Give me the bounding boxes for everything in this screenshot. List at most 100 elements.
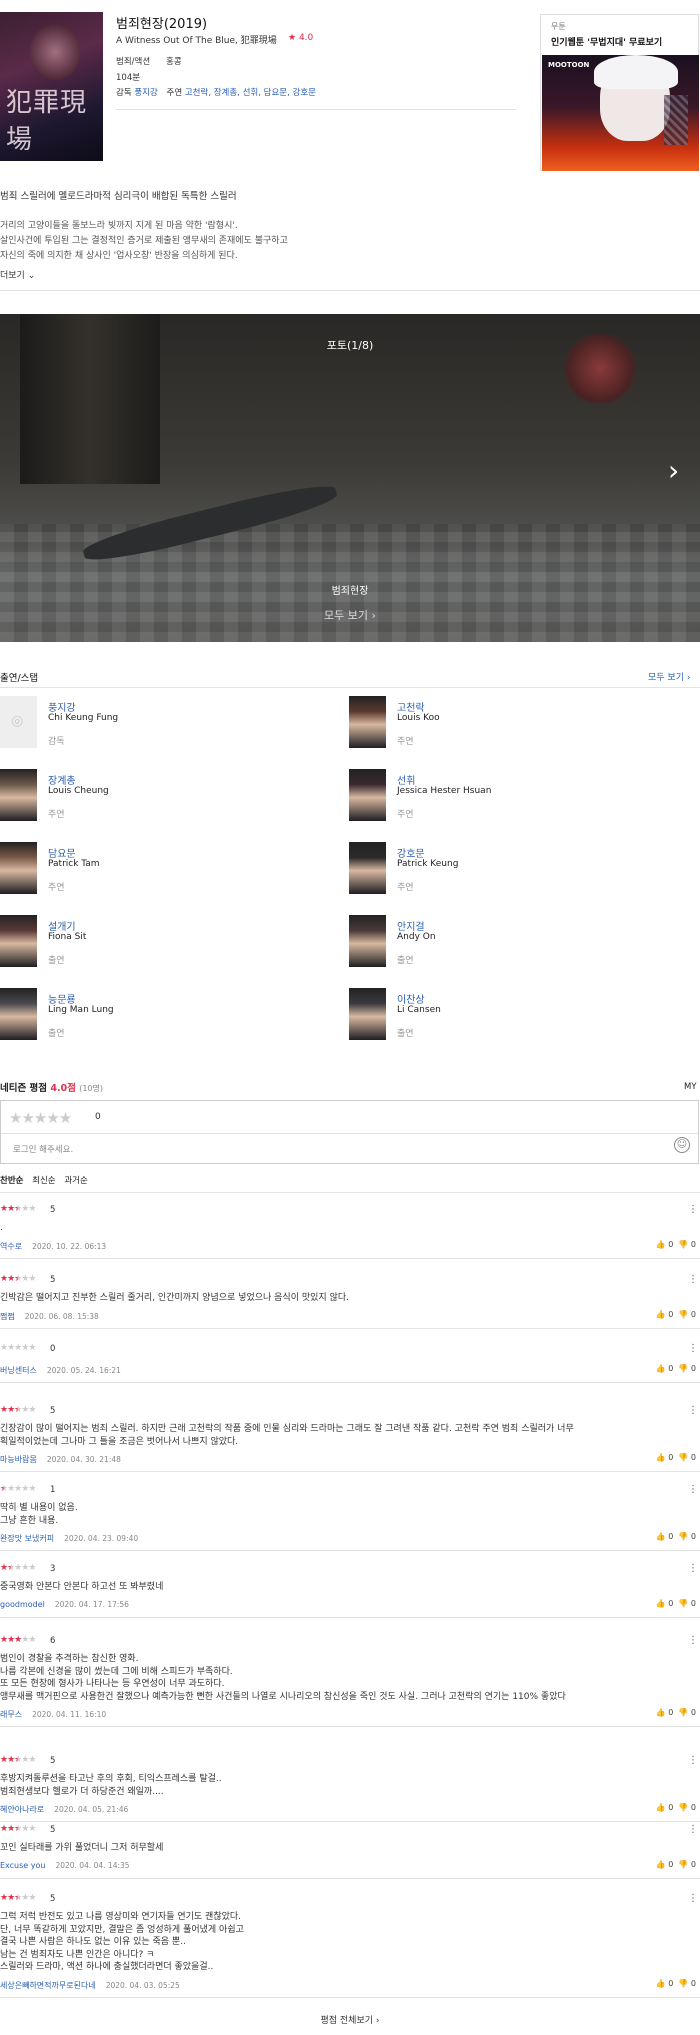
more-options-icon[interactable]: ⋮ bbox=[688, 1274, 698, 1285]
thumbs-up-icon[interactable]: 👍 bbox=[656, 1979, 666, 1988]
cast-name[interactable]: 안지걸 bbox=[397, 918, 425, 933]
sort-latest[interactable]: 최신순 bbox=[32, 1176, 55, 1186]
director-link[interactable]: 풍지강 bbox=[134, 88, 157, 98]
cast-photo[interactable] bbox=[349, 988, 386, 1040]
review-author[interactable]: 마능바람몸 bbox=[0, 1455, 37, 1464]
more-options-icon[interactable]: ⋮ bbox=[688, 1343, 698, 1354]
review-author[interactable]: 버닝센터스 bbox=[0, 1366, 37, 1375]
thumbs-down-icon[interactable]: 👎 bbox=[678, 1532, 688, 1541]
cast-name[interactable]: 능문룡 bbox=[48, 991, 76, 1006]
emoji-icon[interactable]: ☺ bbox=[674, 1137, 690, 1153]
thumbs-up-icon[interactable]: 👍 bbox=[656, 1453, 666, 1462]
thumbs-up-icon[interactable]: 👍 bbox=[656, 1599, 666, 1608]
thumbs-up-icon[interactable]: 👍 bbox=[656, 1803, 666, 1812]
ad-image[interactable]: MOOTOON bbox=[542, 55, 699, 171]
cast-photo[interactable] bbox=[349, 696, 386, 748]
more-options-icon[interactable]: ⋮ bbox=[688, 1755, 698, 1766]
thumbs-down-icon[interactable]: 👎 bbox=[678, 1860, 688, 1869]
cast-name[interactable]: 풍지강 bbox=[48, 699, 76, 714]
ad-headline[interactable]: 인기웹툰 '무법지대' 무료보기 bbox=[551, 35, 662, 48]
review-author[interactable]: 완장맛 보냈커피 bbox=[0, 1534, 54, 1543]
movie-poster[interactable]: 犯罪現場 bbox=[0, 12, 103, 161]
more-button[interactable]: 더보기 ⌄ bbox=[0, 268, 35, 281]
more-options-icon[interactable]: ⋮ bbox=[688, 1204, 698, 1215]
more-options-icon[interactable]: ⋮ bbox=[688, 1484, 698, 1495]
cast-item[interactable]: 장계총 Louis Cheung 주연 bbox=[0, 769, 340, 831]
thumbs-up-icon[interactable]: 👍 bbox=[656, 1310, 666, 1319]
more-options-icon[interactable]: ⋮ bbox=[688, 1405, 698, 1416]
cast-item[interactable]: 안지걸 Andy On 출연 bbox=[349, 915, 689, 977]
cast-name[interactable]: 고천락 bbox=[397, 699, 425, 714]
more-options-icon[interactable]: ⋮ bbox=[688, 1893, 698, 1904]
thumbs-down-icon[interactable]: 👎 bbox=[678, 1240, 688, 1249]
cast-photo[interactable] bbox=[349, 842, 386, 894]
up-count: 0 bbox=[668, 1978, 674, 1988]
ad-banner[interactable]: 무툰 인기웹툰 '무법지대' 무료보기 MOOTOON bbox=[540, 14, 699, 171]
thumbs-down-icon[interactable]: 👎 bbox=[678, 1599, 688, 1608]
cast-name[interactable]: 담요문 bbox=[48, 845, 76, 860]
thumbs-up-icon[interactable]: 👍 bbox=[656, 1240, 666, 1249]
ad-character-hair bbox=[594, 55, 678, 89]
thumbs-up-icon[interactable]: 👍 bbox=[656, 1364, 666, 1373]
review-author[interactable]: 래무스 bbox=[0, 1710, 22, 1719]
cast-item[interactable]: 고천락 Louis Koo 주연 bbox=[349, 696, 689, 758]
sort-oldest[interactable]: 과거순 bbox=[64, 1176, 87, 1186]
ad-character-tattoo bbox=[664, 95, 688, 145]
photo-view-all[interactable]: 모두 보기 › bbox=[0, 607, 700, 623]
cast-photo[interactable] bbox=[0, 769, 37, 821]
cast-item[interactable]: 강호문 Patrick Keung 주연 bbox=[349, 842, 689, 904]
thumbs-up-icon[interactable]: 👍 bbox=[656, 1708, 666, 1717]
cast-name[interactable]: 장계총 bbox=[48, 772, 76, 787]
cast-photo[interactable] bbox=[0, 988, 37, 1040]
thumbs-down-icon[interactable]: 👎 bbox=[678, 1708, 688, 1717]
placeholder-person-icon[interactable]: ◎ bbox=[0, 696, 37, 748]
review-input-box[interactable]: ★★★★★ 0 로그인 해주세요. ☺ bbox=[0, 1100, 699, 1164]
cast-item[interactable]: 설개기 Fiona Sit 출연 bbox=[0, 915, 340, 977]
cast-name[interactable]: 강호문 bbox=[397, 845, 425, 860]
rating-stars-input[interactable]: ★★★★★ bbox=[9, 1109, 72, 1127]
thumbs-down-icon[interactable]: 👎 bbox=[678, 1803, 688, 1812]
review-date: 2020. 04. 11. 16:10 bbox=[32, 1710, 107, 1719]
next-arrow-icon[interactable]: › bbox=[668, 454, 679, 487]
thumbs-up-icon[interactable]: 👍 bbox=[656, 1532, 666, 1541]
cast-photo[interactable] bbox=[0, 842, 37, 894]
cast-name[interactable]: 이찬상 bbox=[397, 991, 425, 1006]
my-rating-link[interactable]: MY bbox=[684, 1082, 697, 1092]
all-reviews-link[interactable]: 평점 전체보기 › bbox=[0, 2013, 700, 2026]
thumbs-down-icon[interactable]: 👎 bbox=[678, 1310, 688, 1319]
review-author[interactable]: 혜얀아나라로 bbox=[0, 1805, 44, 1814]
thumbs-up-icon[interactable]: 👍 bbox=[656, 1860, 666, 1869]
cast-photo[interactable] bbox=[349, 915, 386, 967]
poster-figure bbox=[30, 22, 80, 82]
more-options-icon[interactable]: ⋮ bbox=[688, 1635, 698, 1646]
thumbs-down-icon[interactable]: 👎 bbox=[678, 1979, 688, 1988]
review-author[interactable]: 세상은빼하면적까무로된다네 bbox=[0, 1981, 96, 1990]
cast-photo[interactable] bbox=[0, 915, 37, 967]
sort-popular[interactable]: 찬반순 bbox=[0, 1176, 23, 1186]
thumbs-down-icon[interactable]: 👎 bbox=[678, 1364, 688, 1373]
review-stars: ★★★★★ bbox=[0, 1893, 36, 1903]
review-author[interactable]: 역수로 bbox=[0, 1242, 22, 1251]
cast-view-all[interactable]: 모두 보기 › bbox=[648, 670, 690, 683]
more-options-icon[interactable]: ⋮ bbox=[688, 1824, 698, 1835]
cast-item[interactable]: 선휘 Jessica Hester Hsuan 주연 bbox=[349, 769, 689, 831]
review-author[interactable]: goodmodel bbox=[0, 1600, 45, 1609]
star-icon: ★ bbox=[28, 1893, 36, 1903]
cast-item[interactable]: 담요문 Patrick Tam 주연 bbox=[0, 842, 340, 904]
photo-gallery[interactable]: 포토(1/8) › 범죄현장 모두 보기 › bbox=[0, 314, 700, 642]
cast-photo[interactable] bbox=[349, 769, 386, 821]
synopsis-line-1: 거리의 고양이들을 돌보느라 빚까지 지게 된 마음 약한 '람형시'. bbox=[0, 221, 238, 231]
cast-name[interactable]: 선휘 bbox=[397, 772, 415, 787]
cast-name[interactable]: 설개기 bbox=[48, 918, 76, 933]
review-score: 5 bbox=[50, 1205, 56, 1215]
cast-item[interactable]: ◎ 풍지강 Chi Keung Fung 감독 bbox=[0, 696, 340, 758]
cast-links[interactable]: 고천락, 장계총, 선휘, 담요문, 강호문 bbox=[185, 88, 316, 98]
more-options-icon[interactable]: ⋮ bbox=[688, 1563, 698, 1574]
thumbs-down-icon[interactable]: 👎 bbox=[678, 1453, 688, 1462]
cast-item[interactable]: 이찬상 Li Cansen 출연 bbox=[349, 988, 689, 1050]
review-author[interactable]: 쩜쩜 bbox=[0, 1312, 15, 1321]
cast-item[interactable]: 능문룡 Ling Man Lung 출연 bbox=[0, 988, 340, 1050]
review-placeholder[interactable]: 로그인 해주세요. bbox=[13, 1143, 73, 1155]
review-author[interactable]: Excuse you bbox=[0, 1861, 45, 1870]
sort-options: 찬반순 최신순 과거순 bbox=[0, 1174, 88, 1186]
